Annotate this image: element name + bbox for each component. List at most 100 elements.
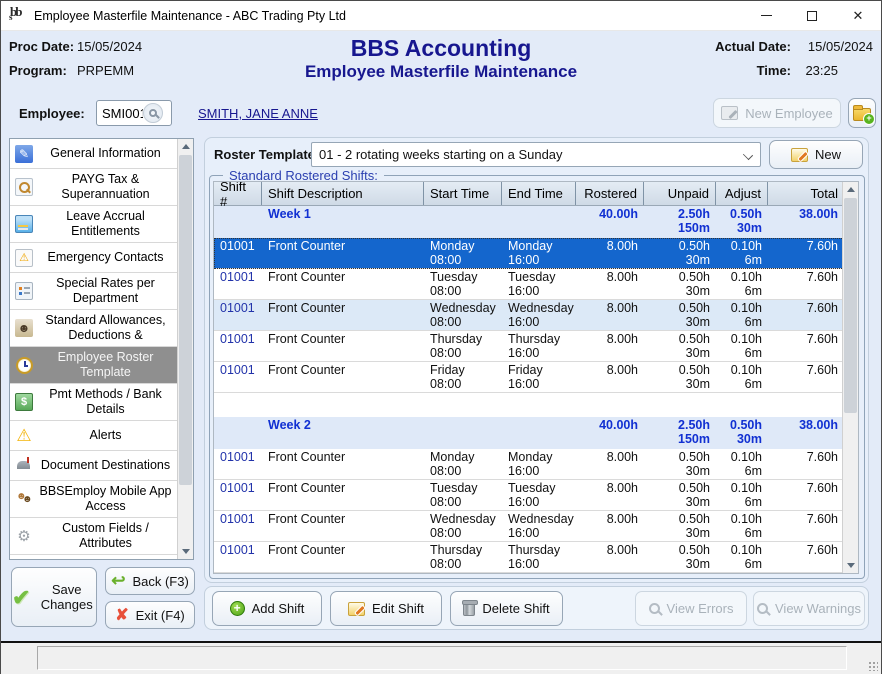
sidebar-item-label: Special Rates per Department <box>36 276 175 306</box>
table-scroll-thumb[interactable] <box>844 198 857 413</box>
close-icon: ✕ <box>853 9 864 22</box>
search-icon <box>649 603 660 614</box>
maximize-button[interactable] <box>789 1 835 30</box>
shift-row[interactable]: 01001Front CounterFriday08:00Friday16:00… <box>214 362 842 393</box>
scroll-up-arrow-icon[interactable] <box>843 182 858 197</box>
table-scrollbar[interactable] <box>842 182 858 573</box>
sidebar-item-label: Leave Accrual Entitlements <box>36 209 175 239</box>
delete-shift-button[interactable]: Delete Shift <box>450 591 563 626</box>
status-bar <box>1 643 881 674</box>
column-header: Rostered <box>576 182 644 205</box>
leave-calendar-icon <box>12 215 36 233</box>
roster-template-value: 01 - 2 rotating weeks starting on a Sund… <box>319 147 563 162</box>
screen-title: Employee Masterfile Maintenance <box>1 62 881 82</box>
add-shift-button[interactable]: + Add Shift <box>212 591 322 626</box>
week-summary-row: Week 240.00h2.50h150m0.50h30m38.00h <box>214 417 842 449</box>
view-errors-button[interactable]: View Errors <box>635 591 747 626</box>
gear-icon <box>12 527 36 545</box>
sidebar-item-label: Standard Allowances, Deductions & <box>36 313 175 343</box>
column-header: Total <box>768 182 842 205</box>
shift-row[interactable]: 01001Front CounterThursday08:00Thursday1… <box>214 542 842 573</box>
exit-button[interactable]: ✘ Exit (F4) <box>105 601 195 629</box>
red-x-icon: ✘ <box>115 605 128 625</box>
column-header: Adjust <box>716 182 768 205</box>
section-list: General Information PAYG Tax & Superannua… <box>9 138 194 560</box>
resize-grip[interactable] <box>868 661 878 671</box>
sidebar-item-label: BBSEmploy Mobile App Access <box>36 484 175 514</box>
emergency-contact-icon <box>12 249 36 267</box>
column-header: End Time <box>502 182 576 205</box>
sidebar-item-bbsemploy-mobile-app-access[interactable]: BBSEmploy Mobile App Access <box>10 481 177 518</box>
open-employee-folder-button[interactable] <box>848 98 876 128</box>
sidebar-item-label: Emergency Contacts <box>36 250 175 265</box>
column-header: Shift Description <box>262 182 424 205</box>
document-search-icon <box>12 178 36 196</box>
new-employee-button[interactable]: New Employee <box>713 98 841 128</box>
shift-row[interactable]: 01001Front CounterMonday08:00Monday16:00… <box>214 449 842 480</box>
sidebar-item-employee-roster-template[interactable]: Employee Roster Template <box>10 347 177 384</box>
back-button[interactable]: ↩ Back (F3) <box>105 567 195 595</box>
column-header: Shift # <box>214 182 262 205</box>
person-edit-icon <box>12 145 36 163</box>
sidebar-item-label: General Information <box>36 146 175 161</box>
new-employee-icon <box>721 106 738 120</box>
check-icon: ✔ <box>12 590 30 605</box>
sidebar-item-special-rates-per-department[interactable]: Special Rates per Department <box>10 273 177 310</box>
scroll-down-arrow-icon[interactable] <box>178 544 193 559</box>
search-icon <box>149 109 157 117</box>
payment-money-icon <box>12 393 36 411</box>
shift-row[interactable]: 01001Front CounterTuesday08:00Tuesday16:… <box>214 269 842 300</box>
allowances-person-icon <box>12 319 36 337</box>
sidebar-item-payg-tax-superannuation[interactable]: PAYG Tax & Superannuation <box>10 169 177 206</box>
title-bar: bb s Employee Masterfile Maintenance - A… <box>1 1 881 31</box>
plus-circle-icon: + <box>230 601 245 616</box>
status-message-field <box>37 646 847 670</box>
scroll-up-arrow-icon[interactable] <box>178 139 193 154</box>
employee-name-link[interactable]: SMITH, JANE ANNE <box>198 106 318 121</box>
employee-code-input[interactable] <box>97 106 143 121</box>
roster-template-select[interactable]: 01 - 2 rotating weeks starting on a Sund… <box>311 142 761 167</box>
edit-shift-button[interactable]: Edit Shift <box>330 591 442 626</box>
minimize-icon <box>761 15 772 16</box>
employee-code-field[interactable] <box>96 100 172 126</box>
close-button[interactable]: ✕ <box>835 1 881 30</box>
shift-row[interactable]: 01001Front CounterMonday08:00Monday16:00… <box>214 238 842 269</box>
sidebar-item-pmt-methods-bank-details[interactable]: Pmt Methods / Bank Details <box>10 384 177 421</box>
sidebar-item-label: Employee Roster Template <box>36 350 175 380</box>
chevron-down-icon <box>743 150 753 160</box>
view-warnings-button[interactable]: View Warnings <box>753 591 865 626</box>
folder-add-icon <box>853 108 871 121</box>
sidebar-item-leave-accrual-entitlements[interactable]: Leave Accrual Entitlements <box>10 206 177 243</box>
sidebar-item-document-destinations[interactable]: Document Destinations <box>10 451 177 481</box>
time-label: Time: <box>757 63 791 78</box>
mobile-users-icon <box>12 490 36 508</box>
shift-row[interactable]: 01001Front CounterThursday08:00Thursday1… <box>214 331 842 362</box>
minimize-button[interactable] <box>743 1 789 30</box>
sidebar-item-label: Alerts <box>36 428 175 443</box>
save-changes-button[interactable]: ✔ Save Changes <box>11 567 97 627</box>
shift-action-bar: + Add Shift Edit Shift Delete Shift View… <box>204 586 869 630</box>
roster-clock-icon <box>12 357 36 374</box>
empty-row <box>214 393 842 417</box>
employee-label: Employee: <box>19 106 85 121</box>
scroll-down-arrow-icon[interactable] <box>843 558 858 573</box>
edit-note-icon <box>348 602 365 616</box>
column-header: Unpaid <box>644 182 716 205</box>
sidebar-item-alerts[interactable]: Alerts <box>10 421 177 451</box>
shift-row[interactable]: 01001Front CounterTuesday08:00Tuesday16:… <box>214 480 842 511</box>
sidebar-item-standard-allowances-deductions[interactable]: Standard Allowances, Deductions & <box>10 310 177 347</box>
shift-row[interactable]: 01001Front CounterWednesday08:00Wednesda… <box>214 511 842 542</box>
sidebar-item-label: Pmt Methods / Bank Details <box>36 387 175 417</box>
sidebar-item-general-information[interactable]: General Information <box>10 139 177 169</box>
sidebar-item-custom-fields-attributes[interactable]: Custom Fields / Attributes <box>10 518 177 555</box>
sidebar-scroll-thumb[interactable] <box>179 155 192 485</box>
sidebar-scrollbar[interactable] <box>177 139 193 559</box>
alert-warning-icon <box>12 427 36 445</box>
sidebar-item-emergency-contacts[interactable]: Emergency Contacts <box>10 243 177 273</box>
shift-row[interactable]: 01001Front CounterWednesday08:00Wednesda… <box>214 300 842 331</box>
new-template-button[interactable]: New <box>769 140 863 169</box>
employee-search-button[interactable] <box>143 103 163 123</box>
actual-date-label: Actual Date: <box>715 39 791 54</box>
shifts-table: Shift #Shift DescriptionStart TimeEnd Ti… <box>213 181 859 574</box>
table-header-row: Shift #Shift DescriptionStart TimeEnd Ti… <box>214 182 842 206</box>
